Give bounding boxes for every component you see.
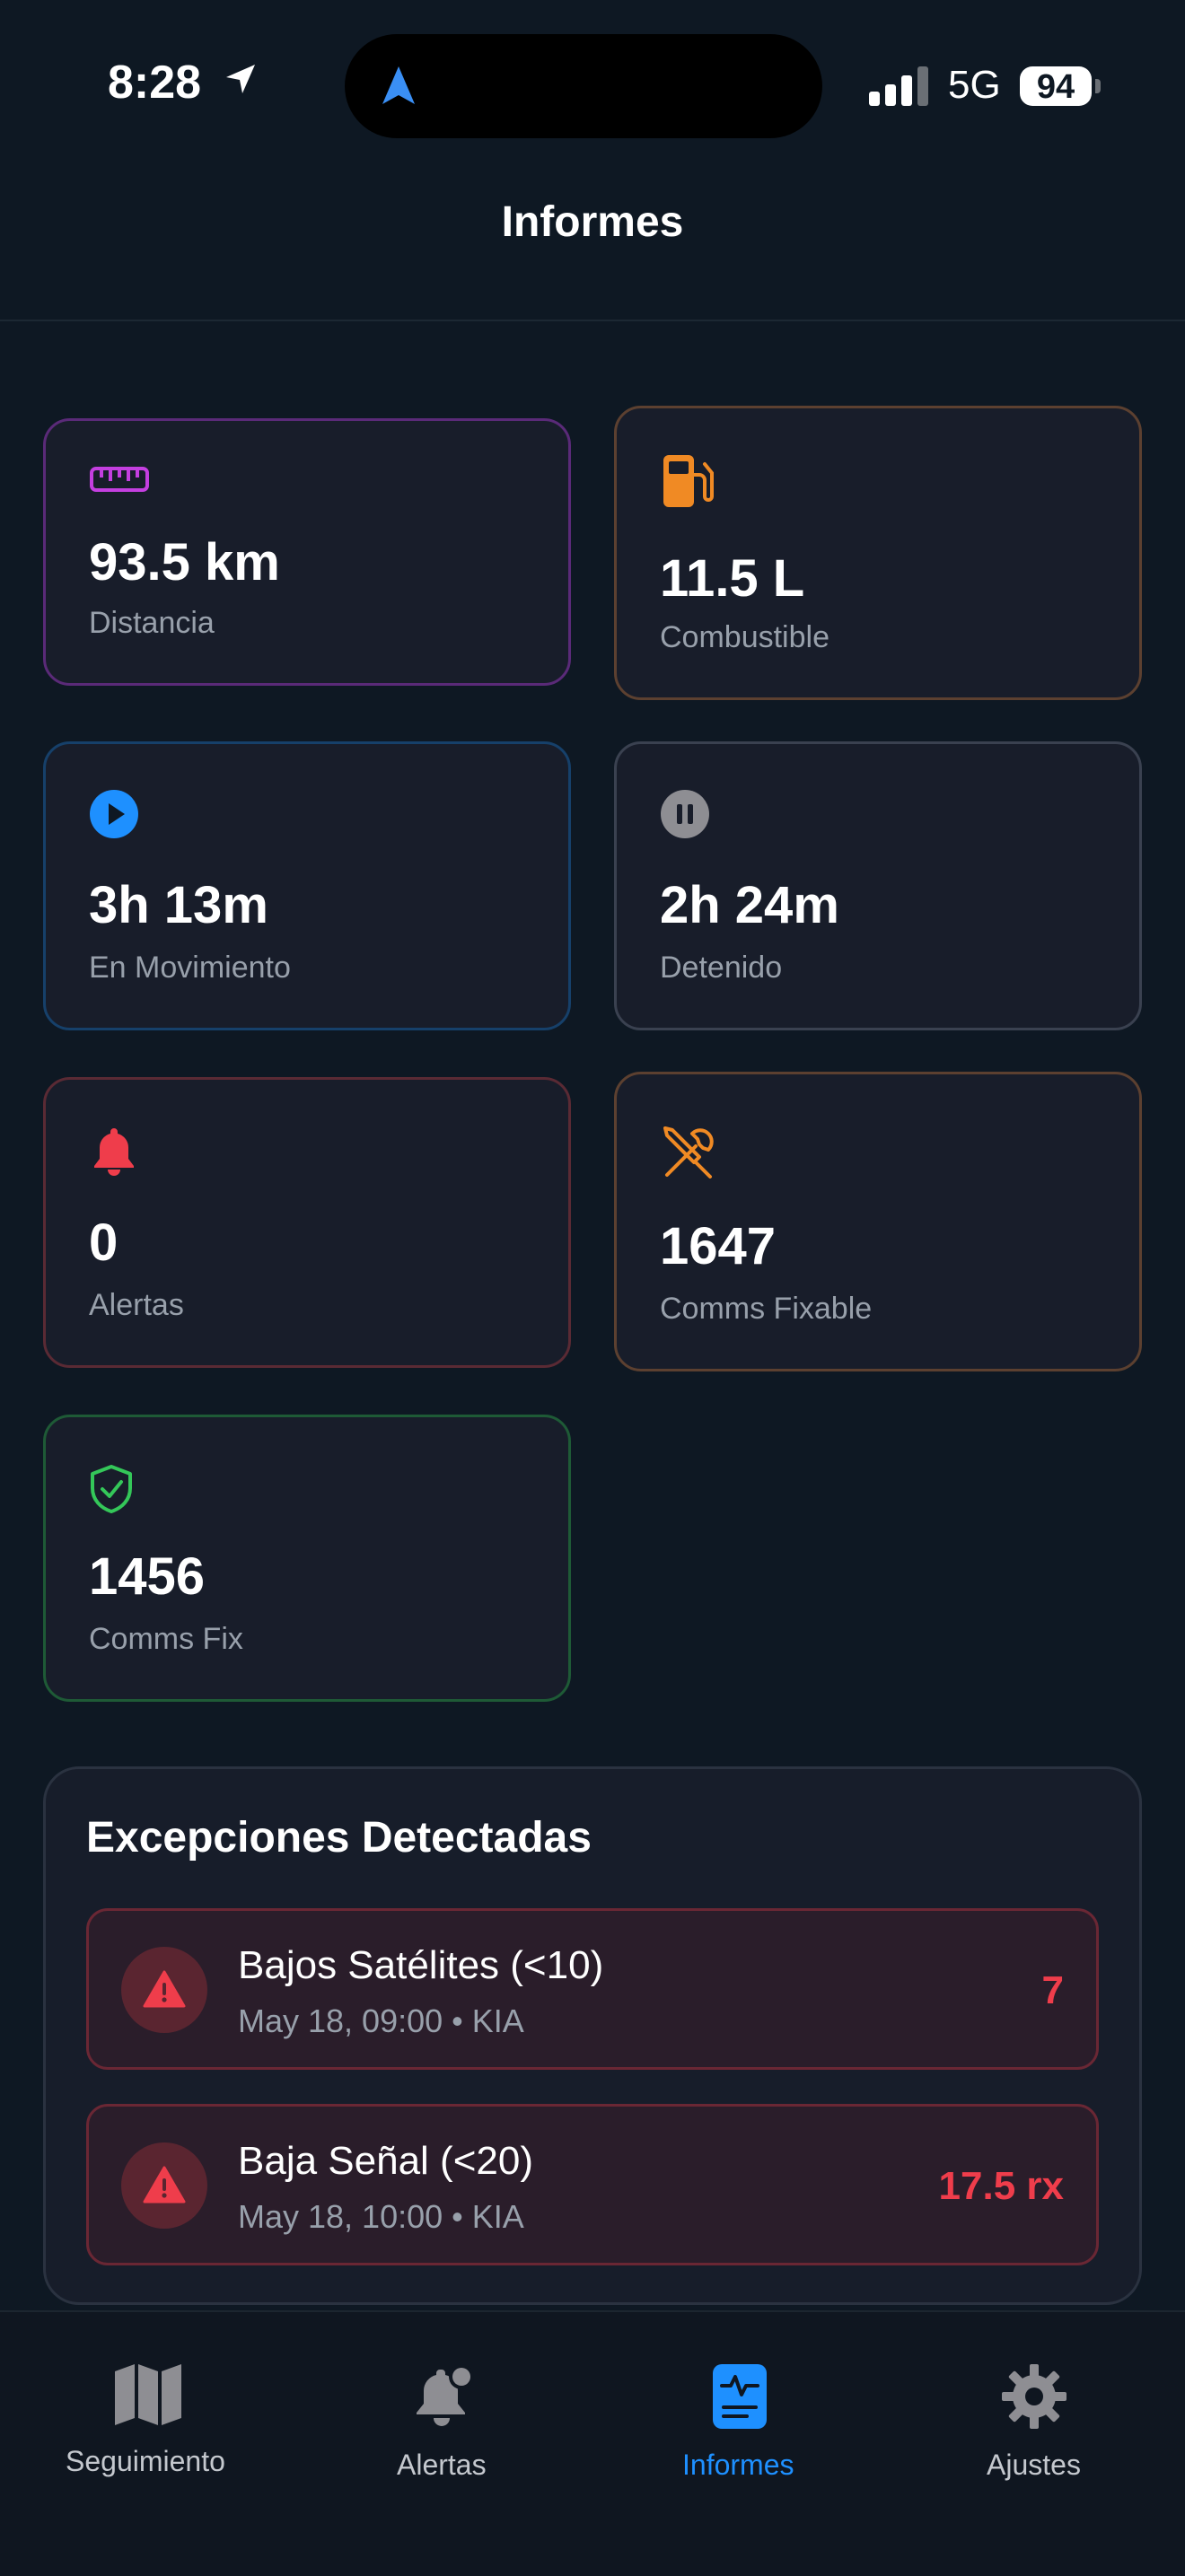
- stopped-value: 2h 24m: [660, 876, 839, 934]
- stat-card-comms-fix[interactable]: 1456 Comms Fix: [43, 1415, 571, 1702]
- stat-card-distance[interactable]: 93.5 km Distancia: [43, 418, 571, 686]
- tab-informes[interactable]: Informes: [664, 2312, 826, 2510]
- comms-fix-value: 1456: [89, 1547, 206, 1606]
- fuel-value: 11.5 L: [660, 549, 805, 608]
- exception-name: Bajos Satélites (<10): [238, 1943, 604, 1987]
- report-icon: [713, 2364, 767, 2429]
- stat-card-comms-fixable[interactable]: 1647 Comms Fixable: [614, 1072, 1142, 1371]
- play-circle-icon: [90, 790, 138, 838]
- ruler-icon: [90, 467, 149, 492]
- network-type: 5G: [948, 63, 1001, 107]
- wrench-screwdriver-icon: [663, 1126, 714, 1178]
- fuel-pump-icon: [663, 455, 714, 507]
- header-divider: [0, 320, 1185, 321]
- tab-label: Seguimiento: [66, 2445, 225, 2477]
- exception-meta: May 18, 10:00 • KIA: [238, 2198, 524, 2235]
- exception-value: 7: [1041, 1968, 1064, 2012]
- tab-label: Informes: [682, 2449, 794, 2481]
- distance-value: 93.5 km: [89, 533, 280, 591]
- stopped-label: Detenido: [660, 951, 783, 985]
- status-time: 8:28: [108, 57, 202, 109]
- distance-label: Distancia: [89, 606, 215, 640]
- stat-card-stopped[interactable]: 2h 24m Detenido: [614, 741, 1142, 1030]
- moving-value: 3h 13m: [89, 876, 268, 934]
- bell-badge-icon: [417, 2364, 474, 2426]
- tab-ajustes[interactable]: Ajustes: [970, 2312, 1104, 2510]
- exception-value: 17.5 rx: [938, 2164, 1064, 2208]
- tab-bar: Seguimiento Alertas Informes Ajustes: [0, 2310, 1185, 2576]
- exceptions-title: Excepciones Detectadas: [86, 1814, 592, 1862]
- comms-fix-label: Comms Fix: [89, 1622, 243, 1656]
- status-bar: 8:28 5G 94: [0, 0, 1185, 144]
- stat-card-alerts[interactable]: 0 Alertas: [43, 1077, 571, 1368]
- tab-alertas[interactable]: Alertas: [359, 2312, 530, 2510]
- page-title: Informes: [501, 198, 684, 246]
- moving-label: En Movimiento: [89, 951, 291, 985]
- gear-icon: [1002, 2364, 1066, 2429]
- cellular-signal-icon: [869, 66, 930, 106]
- map-icon: [115, 2364, 181, 2425]
- alerts-value: 0: [89, 1214, 118, 1272]
- exception-row[interactable]: Bajos Satélites (<10) May 18, 09:00 • KI…: [86, 1908, 1099, 2070]
- exception-name: Baja Señal (<20): [238, 2139, 533, 2183]
- battery-icon: 94: [1020, 66, 1092, 106]
- pause-circle-icon: [661, 790, 709, 838]
- warning-triangle-icon: [143, 2166, 186, 2204]
- tab-seguimiento[interactable]: Seguimiento: [54, 2312, 242, 2510]
- shield-check-icon: [91, 1465, 132, 1513]
- battery-level: 94: [1036, 68, 1075, 106]
- navigation-arrow-icon: [382, 66, 415, 104]
- comms-fixable-value: 1647: [660, 1217, 777, 1275]
- battery-tip: [1095, 79, 1101, 93]
- tab-label: Ajustes: [987, 2449, 1081, 2481]
- bell-icon: [94, 1128, 134, 1176]
- dynamic-island: [345, 34, 822, 138]
- exception-meta: May 18, 09:00 • KIA: [238, 2002, 524, 2039]
- warning-badge: [121, 1947, 207, 2033]
- warning-triangle-icon: [143, 1970, 186, 2008]
- fuel-label: Combustible: [660, 620, 830, 654]
- location-arrow-icon: [226, 65, 255, 93]
- stat-card-moving[interactable]: 3h 13m En Movimiento: [43, 741, 571, 1030]
- comms-fixable-label: Comms Fixable: [660, 1292, 873, 1326]
- tab-label: Alertas: [397, 2449, 487, 2481]
- stat-card-fuel[interactable]: 11.5 L Combustible: [614, 406, 1142, 700]
- exception-row[interactable]: Baja Señal (<20) May 18, 10:00 • KIA 17.…: [86, 2104, 1099, 2265]
- warning-badge: [121, 2142, 207, 2229]
- alerts-label: Alertas: [89, 1288, 184, 1322]
